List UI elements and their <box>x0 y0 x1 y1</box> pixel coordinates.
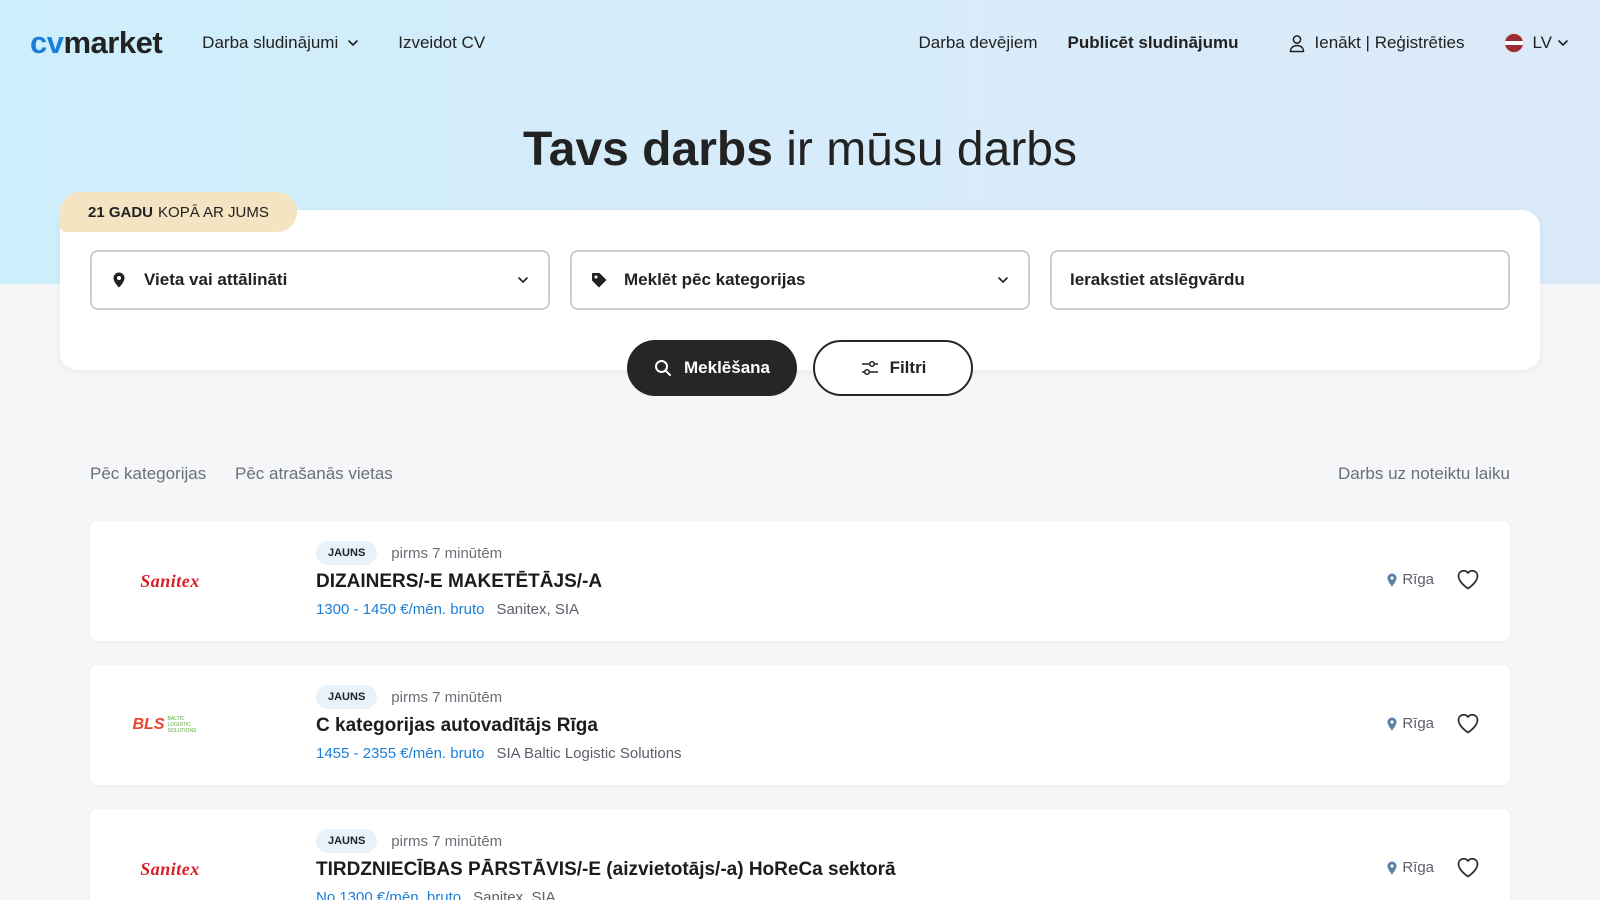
cvmarket-logo[interactable]: cv market <box>30 25 163 61</box>
login-register-link[interactable]: Ienākt | Reģistrēties <box>1287 33 1465 53</box>
job-location: Rīga <box>1386 715 1434 732</box>
job-meta: JAUNS pirms 7 minūtēm <box>316 829 502 853</box>
job-meta: JAUNS pirms 7 minūtēm <box>316 541 502 565</box>
language-selector[interactable]: LV <box>1504 33 1570 53</box>
nav-employers[interactable]: Darba devējiem <box>918 33 1037 53</box>
posted-time: pirms 7 minūtēm <box>391 688 503 706</box>
keyword-input-placeholder: Ierakstiet atslēgvārdu <box>1070 270 1245 289</box>
job-company: Sanitex, SIA <box>496 601 579 618</box>
years-badge-bold: 21 GADU <box>88 203 154 221</box>
new-badge: JAUNS <box>316 541 378 565</box>
filter-button-label: Filtri <box>889 358 927 377</box>
chevron-down-icon <box>518 277 528 283</box>
job-salary: 1455 - 2355 €/mēn. bruto <box>316 745 485 762</box>
location-pin-icon <box>1387 573 1397 586</box>
location-select[interactable]: Vieta vai attālināti <box>90 250 550 310</box>
tab-temporary-work[interactable]: Darbs uz noteiktu laiku <box>1338 464 1510 484</box>
company-logo: Sanitex <box>118 563 222 599</box>
job-location-label: Rīga <box>1402 571 1434 588</box>
hero-title: Tavs darbs ir mūsu darbs <box>0 122 1600 177</box>
nav-jobs-label: Darba sludinājumi <box>202 33 339 52</box>
category-select-label: Meklēt pēc kategorijas <box>624 270 806 289</box>
job-location: Rīga <box>1386 571 1434 588</box>
location-select-label: Vieta vai attālināti <box>144 270 288 289</box>
job-card[interactable]: Sanitex JAUNS pirms 7 minūtēm DIZAINERS/… <box>90 521 1510 641</box>
login-register-label: Ienākt | Reģistrēties <box>1314 33 1465 52</box>
tag-icon <box>592 273 607 288</box>
latvia-flag-icon <box>1504 33 1525 53</box>
job-salary: No 1300 €/mēn. bruto <box>316 889 462 900</box>
search-button-label: Meklēšana <box>684 358 770 377</box>
filter-button[interactable]: Filtri <box>813 340 973 396</box>
job-card[interactable]: Sanitex JAUNS pirms 7 minūtēm TIRDZNIECĪ… <box>90 809 1510 900</box>
site-header: cv market Darba sludinājumi Izveidot CV D… <box>0 0 1600 86</box>
category-select[interactable]: Meklēt pēc kategorijas <box>570 250 1030 310</box>
sanitex-logo-text: Sanitex <box>140 570 200 591</box>
logo-market-text: market <box>63 25 163 60</box>
new-badge: JAUNS <box>316 829 378 853</box>
location-pin-icon <box>113 272 125 288</box>
posted-time: pirms 7 minūtēm <box>391 544 503 562</box>
sanitex-logo-text: Sanitex <box>140 858 200 879</box>
keyword-input[interactable]: Ierakstiet atslēgvārdu <box>1050 250 1510 310</box>
job-details: No 1300 €/mēn. bruto Sanitex, SIA <box>316 889 556 900</box>
bls-logo: BLS BALTIC LOGISTIC SOLUTIONS <box>133 716 208 734</box>
job-details: 1300 - 1450 €/mēn. bruto Sanitex, SIA <box>316 601 579 618</box>
company-logo: BLS BALTIC LOGISTIC SOLUTIONS <box>118 707 222 743</box>
heart-icon[interactable] <box>1454 565 1482 593</box>
chevron-down-icon <box>348 40 359 46</box>
job-location: Rīga <box>1386 859 1434 876</box>
nav-create-cv[interactable]: Izveidot CV <box>398 33 485 53</box>
job-location-label: Rīga <box>1402 715 1434 732</box>
years-badge: 21 GADU KOPĀ AR JUMS <box>60 192 297 232</box>
heart-icon[interactable] <box>1454 709 1482 737</box>
language-label: LV <box>1532 33 1552 52</box>
heart-icon[interactable] <box>1454 853 1482 881</box>
logo-cv-text: cv <box>30 25 64 60</box>
bls-logo-text: BLS <box>132 716 165 733</box>
nav-publish-ad[interactable]: Publicēt sludinājumu <box>1068 33 1239 53</box>
posted-time: pirms 7 minūtēm <box>391 832 503 850</box>
years-badge-rest: KOPĀ AR JUMS <box>158 203 269 221</box>
job-card[interactable]: BLS BALTIC LOGISTIC SOLUTIONS JAUNS pirm… <box>90 665 1510 785</box>
chevron-down-icon <box>998 277 1008 283</box>
job-company: SIA Baltic Logistic Solutions <box>496 745 682 762</box>
company-logo: Sanitex <box>118 851 222 887</box>
job-location-label: Rīga <box>1402 859 1434 876</box>
job-salary: 1300 - 1450 €/mēn. bruto <box>316 601 485 618</box>
tab-by-category[interactable]: Pēc kategorijas <box>90 464 206 484</box>
user-icon <box>1289 35 1304 53</box>
search-button[interactable]: Meklēšana <box>627 340 797 396</box>
job-meta: JAUNS pirms 7 minūtēm <box>316 685 502 709</box>
sliders-icon <box>861 360 878 376</box>
job-company: Sanitex, SIA <box>473 889 556 900</box>
job-details: 1455 - 2355 €/mēn. bruto SIA Baltic Logi… <box>316 745 682 762</box>
job-title[interactable]: C kategorijas autovadītājs Rīga <box>316 715 598 737</box>
new-badge: JAUNS <box>316 685 378 709</box>
search-icon <box>655 360 671 376</box>
tab-by-location[interactable]: Pēc atrašanās vietas <box>235 464 393 484</box>
job-title[interactable]: DIZAINERS/-E MAKETĒTĀJS/-A <box>316 571 602 593</box>
chevron-down-icon <box>1558 40 1568 46</box>
hero-title-bold: Tavs darbs <box>523 123 773 176</box>
hero-title-rest: ir mūsu darbs <box>772 123 1077 176</box>
job-title[interactable]: TIRDZNIECĪBAS PĀRSTĀVIS/-E (aizvietotājs… <box>316 859 896 881</box>
location-pin-icon <box>1387 717 1397 730</box>
location-pin-icon <box>1387 861 1397 874</box>
nav-jobs-dropdown[interactable]: Darba sludinājumi <box>202 33 360 53</box>
bls-logo-tagline: BALTIC LOGISTIC SOLUTIONS <box>167 716 197 734</box>
